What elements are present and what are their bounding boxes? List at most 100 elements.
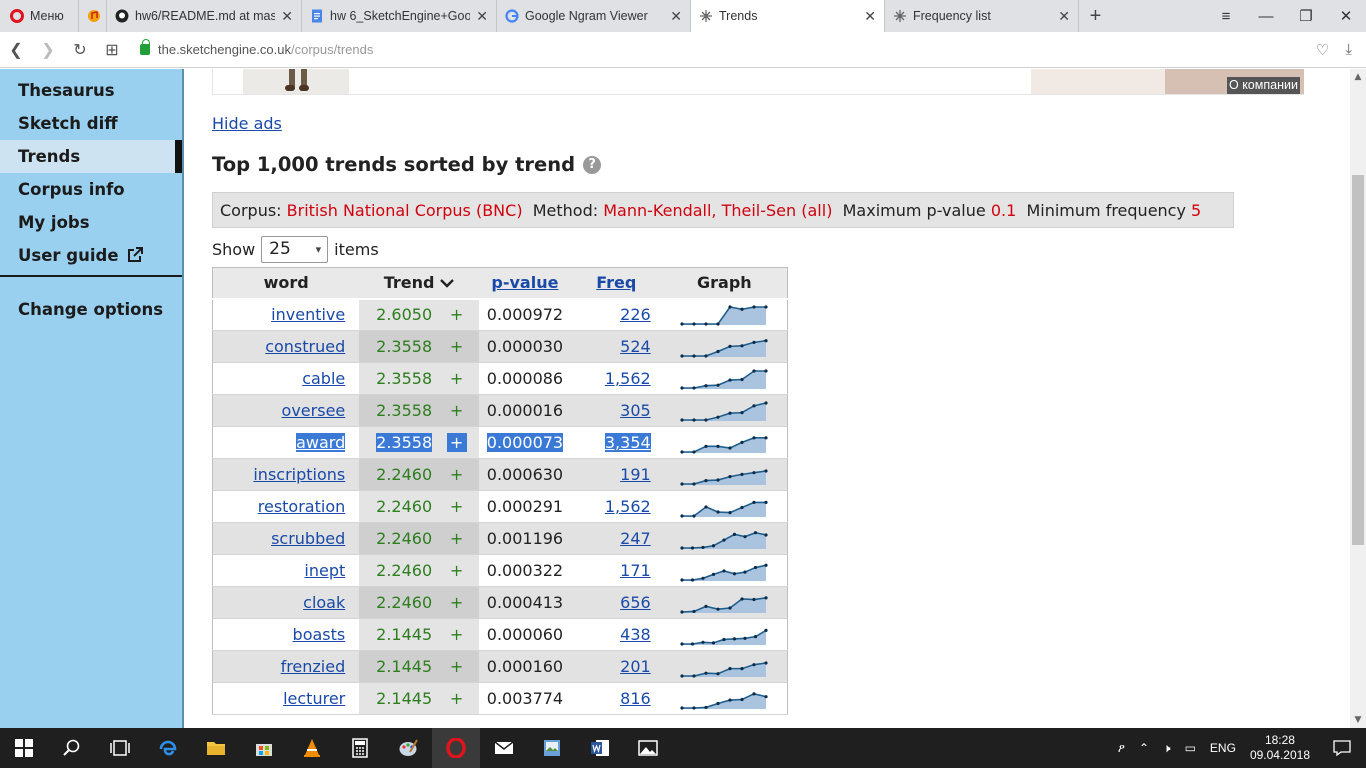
freq-link[interactable]: 305: [620, 401, 651, 420]
word-link[interactable]: lecturer: [283, 689, 345, 708]
vertical-scrollbar[interactable]: ▲ ▼: [1350, 69, 1366, 728]
close-icon[interactable]: ✕: [670, 8, 682, 25]
trend-sparkline[interactable]: [680, 336, 768, 358]
hide-ads-link[interactable]: Hide ads: [212, 114, 282, 133]
word-link[interactable]: inscriptions: [253, 465, 345, 484]
volume-icon[interactable]: 🕨: [1163, 741, 1171, 756]
word-link[interactable]: inventive: [271, 305, 345, 324]
speed-dial-icon[interactable]: ⊞: [96, 40, 128, 60]
taskbar-vlc[interactable]: [288, 728, 336, 768]
taskbar-photos-viewer[interactable]: [528, 728, 576, 768]
word-link[interactable]: cloak: [303, 593, 345, 612]
taskbar-file-explorer[interactable]: [192, 728, 240, 768]
trend-sparkline[interactable]: [680, 560, 768, 582]
sidebar-item-user-guide[interactable]: User guide: [0, 239, 182, 272]
ad-company-link[interactable]: О компании: [1227, 77, 1300, 94]
tab-google-docs[interactable]: hw 6_SketchEngine+Goog ✕: [301, 0, 496, 32]
trend-sparkline[interactable]: [680, 656, 768, 678]
maximize-button[interactable]: ❐: [1286, 0, 1326, 32]
sidebar-item-corpus-info[interactable]: Corpus info: [0, 173, 182, 206]
freq-link[interactable]: 1,562: [605, 369, 651, 388]
url-input[interactable]: the.sketchengine.co.uk/corpus/trends: [134, 37, 1314, 63]
clock[interactable]: 18:28 09.04.2018: [1250, 733, 1310, 763]
freq-link[interactable]: 1,562: [605, 497, 651, 516]
task-view-button[interactable]: [96, 728, 144, 768]
taskbar-photos[interactable]: [624, 728, 672, 768]
trend-sparkline[interactable]: [680, 496, 768, 518]
trend-sparkline[interactable]: [680, 304, 768, 326]
close-window-button[interactable]: ✕: [1326, 0, 1366, 32]
column-header-freq[interactable]: Freq: [570, 267, 662, 300]
freq-link[interactable]: 201: [620, 657, 651, 676]
freq-link[interactable]: 247: [620, 529, 651, 548]
tab-ngram-viewer[interactable]: Google Ngram Viewer ✕: [496, 0, 690, 32]
trend-sparkline[interactable]: [680, 688, 768, 710]
taskbar-paint[interactable]: [384, 728, 432, 768]
forward-icon[interactable]: ❯: [32, 40, 64, 60]
word-link[interactable]: boasts: [293, 625, 346, 644]
scroll-up-icon[interactable]: ▲: [1350, 69, 1366, 85]
tab-github[interactable]: hw6/README.md at maste ✕: [106, 0, 301, 32]
freq-link[interactable]: 524: [620, 337, 651, 356]
tab-frequency-list[interactable]: Frequency list ✕: [884, 0, 1078, 32]
tab-menu-icon[interactable]: ≡: [1206, 0, 1246, 32]
freq-link[interactable]: 438: [620, 625, 651, 644]
word-link[interactable]: cable: [302, 369, 345, 388]
search-button[interactable]: [48, 728, 96, 768]
tab-pinned-music[interactable]: [78, 0, 106, 32]
change-options-link[interactable]: Change options: [0, 293, 182, 326]
help-icon[interactable]: ?: [583, 155, 602, 174]
chevron-up-icon[interactable]: ⌃: [1139, 741, 1149, 755]
back-icon[interactable]: ❮: [0, 40, 32, 60]
trend-sparkline[interactable]: [680, 528, 768, 550]
word-link[interactable]: scrubbed: [271, 529, 345, 548]
new-tab-button[interactable]: +: [1078, 0, 1112, 32]
trend-sparkline[interactable]: [680, 432, 768, 454]
taskbar-edge[interactable]: [144, 728, 192, 768]
sidebar-item-trends[interactable]: Trends: [0, 140, 182, 173]
minimize-button[interactable]: —: [1246, 0, 1286, 32]
close-icon[interactable]: ✕: [476, 8, 488, 25]
sidebar-item-my-jobs[interactable]: My jobs: [0, 206, 182, 239]
word-link[interactable]: oversee: [282, 401, 346, 420]
close-icon[interactable]: ✕: [281, 8, 293, 25]
column-header-trend[interactable]: Trend: [359, 267, 479, 300]
taskbar-mail[interactable]: [480, 728, 528, 768]
tab-trends[interactable]: Trends ✕: [690, 0, 884, 32]
page-size-select[interactable]: 25 ▾: [261, 235, 329, 263]
word-link[interactable]: restoration: [258, 497, 346, 516]
trend-sparkline[interactable]: [680, 400, 768, 422]
taskbar-calculator[interactable]: [336, 728, 384, 768]
download-icon[interactable]: ⤓: [1345, 41, 1352, 59]
word-link[interactable]: construed: [265, 337, 345, 356]
word-link[interactable]: inept: [304, 561, 345, 580]
taskbar-word[interactable]: [576, 728, 624, 768]
taskbar-opera[interactable]: [432, 728, 480, 768]
heart-icon[interactable]: ♡: [1316, 41, 1329, 59]
freq-link[interactable]: 656: [620, 593, 651, 612]
freq-link[interactable]: 191: [620, 465, 651, 484]
trend-sparkline[interactable]: [680, 368, 768, 390]
notifications-button[interactable]: [1324, 728, 1360, 768]
close-icon[interactable]: ✕: [1058, 8, 1070, 25]
ad-banner[interactable]: О компании: [212, 69, 1304, 95]
freq-link[interactable]: 3,354: [604, 433, 651, 452]
close-icon[interactable]: ✕: [864, 8, 876, 25]
network-icon[interactable]: ▭: [1185, 741, 1196, 755]
word-link[interactable]: frenzied: [281, 657, 346, 676]
word-link[interactable]: award: [296, 433, 346, 452]
reload-icon[interactable]: ↻: [64, 40, 96, 60]
start-button[interactable]: [0, 728, 48, 768]
people-icon[interactable]: ዖ: [1118, 741, 1125, 756]
freq-link[interactable]: 226: [620, 305, 651, 324]
freq-link[interactable]: 171: [620, 561, 651, 580]
sidebar-item-sketch-diff[interactable]: Sketch diff: [0, 107, 182, 140]
scrollbar-thumb[interactable]: [1352, 175, 1364, 545]
trend-sparkline[interactable]: [680, 624, 768, 646]
trend-sparkline[interactable]: [680, 592, 768, 614]
language-indicator[interactable]: ENG: [1210, 741, 1236, 755]
freq-link[interactable]: 816: [620, 689, 651, 708]
sidebar-item-thesaurus[interactable]: Thesaurus: [0, 74, 182, 107]
trend-sparkline[interactable]: [680, 464, 768, 486]
taskbar-store[interactable]: [240, 728, 288, 768]
